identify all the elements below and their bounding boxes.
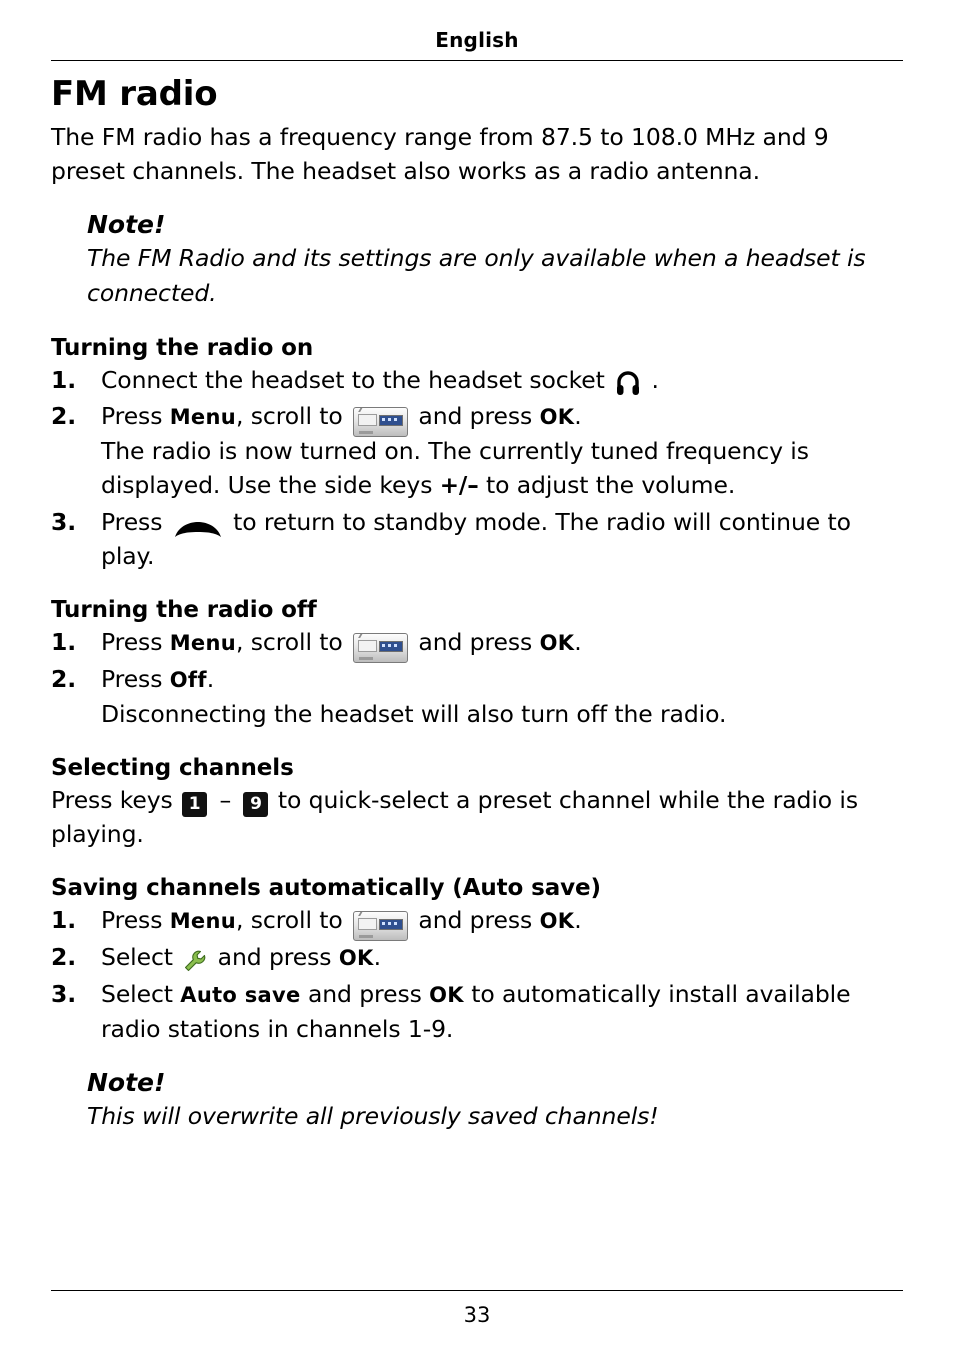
intro-paragraph: The FM radio has a frequency range from …	[51, 123, 829, 185]
step-number: 2.	[51, 402, 77, 430]
step-item: 1. Press Menu, scroll to and press OK.	[51, 903, 906, 941]
side-keys-label: +/–	[439, 473, 479, 499]
fm-radio-icon	[353, 910, 409, 941]
step-text: Press	[101, 402, 163, 430]
step-text: and press	[418, 402, 533, 430]
steps-turning-off: 1. Press Menu, scroll to and press OK. 2…	[51, 625, 906, 731]
step-item: 3. Select Auto save and press OK to auto…	[51, 977, 906, 1046]
steps-turning-on: 1. Connect the headset to the headset so…	[51, 363, 906, 573]
radio-speaker-grille	[379, 918, 404, 930]
step-item: 2. Press Off. Disconnecting the headset …	[51, 662, 906, 731]
step-text: .	[574, 628, 582, 656]
radio-speaker-grille	[379, 640, 404, 652]
section-heading-turning-on: Turning the radio on	[51, 335, 314, 361]
note-label: Note!	[87, 1068, 166, 1097]
step-number: 2.	[51, 943, 77, 971]
radio-tuner-knob	[359, 656, 374, 660]
step-text: Press	[101, 906, 163, 934]
step-text: .	[574, 402, 582, 430]
radio-tuner-knob	[359, 430, 374, 434]
note-text: This will overwrite all previously saved…	[87, 1102, 659, 1130]
step-detail-line-end: to adjust the volume.	[486, 471, 736, 499]
step-text: .	[206, 665, 215, 693]
radio-antenna	[358, 911, 388, 916]
fm-radio-icon	[353, 632, 409, 663]
key-menu: Menu	[169, 405, 236, 429]
step-item: 2. Select and press OK.	[51, 940, 906, 975]
step-text: Press	[101, 508, 163, 536]
step-text: .	[574, 906, 582, 934]
step-item: 2. Press Menu, scroll to and press OK. T…	[51, 399, 906, 503]
fm-radio-icon	[353, 406, 409, 437]
paragraph-text: Press keys	[51, 786, 173, 814]
step-text: and press	[307, 980, 422, 1008]
key-9-icon: 9	[243, 791, 269, 817]
paragraph-text-end: to quick-select a preset channel while t…	[51, 786, 858, 848]
manual-page: English FM radio The FM radio has a freq…	[0, 0, 954, 1354]
key-ok: OK	[338, 946, 374, 970]
radio-speaker-grille	[379, 414, 404, 426]
key-ok: OK	[539, 631, 575, 655]
step-text: Press	[101, 628, 163, 656]
hang-up-icon	[173, 516, 223, 537]
step-text: , scroll to	[235, 628, 343, 656]
section-heading-selecting-channels: Selecting channels	[51, 755, 294, 781]
radio-antenna	[358, 407, 388, 412]
radio-antenna	[358, 633, 388, 638]
key-ok: OK	[539, 909, 575, 933]
footer-divider	[51, 1290, 903, 1291]
step-text: .	[373, 943, 381, 971]
step-text: , scroll to	[235, 906, 343, 934]
step-number: 1.	[51, 628, 77, 656]
step-text: Select	[101, 980, 173, 1008]
key-1-icon: 1	[182, 791, 208, 817]
step-number: 1.	[51, 366, 77, 394]
step-text: and press	[217, 943, 332, 971]
step-number: 3.	[51, 508, 77, 536]
radio-screen	[358, 917, 378, 930]
key-off: Off	[169, 668, 207, 692]
note-block-2: Note! This will overwrite all previously…	[87, 1068, 906, 1134]
step-text: , scroll to	[235, 402, 343, 430]
note-label: Note!	[87, 210, 166, 239]
headset-socket-icon	[615, 370, 641, 397]
key-ok: OK	[429, 983, 464, 1007]
step-text: Connect the headset to the headset socke…	[101, 366, 605, 394]
note-block-1: Note! The FM Radio and its settings are …	[87, 210, 906, 311]
note-text: The FM Radio and its settings are only a…	[87, 244, 866, 307]
section-heading-turning-off: Turning the radio off	[51, 597, 317, 623]
radio-screen	[358, 413, 378, 426]
step-text: and press	[418, 628, 533, 656]
steps-auto-save: 1. Press Menu, scroll to and press OK. 2…	[51, 903, 906, 1046]
step-item: 1. Press Menu, scroll to and press OK.	[51, 625, 906, 663]
key-menu: Menu	[169, 909, 236, 933]
step-item: 3. Press to return to standby mode. The …	[51, 505, 906, 573]
page-title: FM radio	[51, 74, 218, 114]
step-text-suffix: .	[651, 366, 659, 394]
step-text: Select	[101, 943, 173, 971]
radio-tuner-knob	[359, 934, 374, 938]
key-auto-save: Auto save	[180, 983, 301, 1007]
page-number: 33	[463, 1303, 491, 1327]
settings-wrench-icon	[182, 948, 208, 974]
header-divider	[51, 60, 903, 61]
step-text: and press	[418, 906, 533, 934]
step-number: 1.	[51, 906, 77, 934]
step-detail-line: Disconnecting the headset will also turn…	[101, 700, 727, 728]
page-content: FM radio The FM radio has a frequency ra…	[51, 74, 906, 1134]
step-number: 3.	[51, 980, 77, 1008]
radio-screen	[358, 639, 378, 652]
selecting-channels-paragraph: Press keys 1 – 9 to quick-select a prese…	[51, 783, 906, 851]
section-heading-auto-save: Saving channels automatically (Auto save…	[51, 875, 601, 901]
key-ok: OK	[539, 405, 575, 429]
step-item: 1. Connect the headset to the headset so…	[51, 363, 906, 397]
range-dash: –	[219, 786, 232, 814]
step-text: Press	[101, 665, 163, 693]
page-header-language: English	[435, 28, 519, 52]
step-number: 2.	[51, 665, 77, 693]
key-menu: Menu	[169, 631, 236, 655]
